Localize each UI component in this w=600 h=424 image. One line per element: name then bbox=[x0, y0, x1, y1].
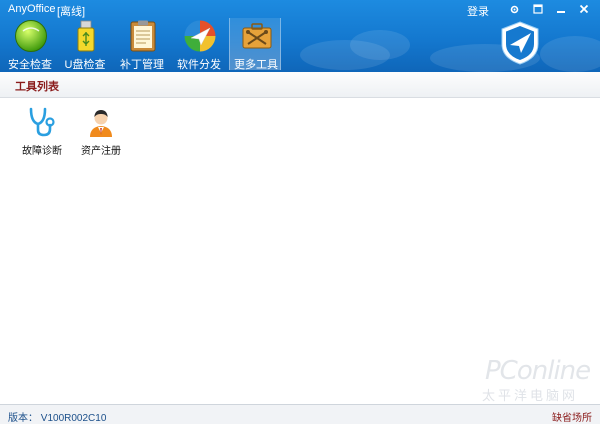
restore-icon bbox=[532, 4, 543, 14]
tools-section-header: 工具列表 bbox=[0, 72, 600, 98]
stethoscope-icon bbox=[29, 107, 55, 137]
toolbar-label: U盘检查 bbox=[64, 59, 106, 71]
toolbox-icon bbox=[242, 23, 272, 49]
version-label: 版本： V100R002C10 bbox=[8, 413, 107, 424]
toolbar-label: 软件分发 bbox=[177, 59, 221, 71]
decor-cloud bbox=[540, 36, 600, 72]
tool-asset-registration[interactable]: 资产注册 bbox=[71, 102, 131, 158]
usb-drive-icon bbox=[77, 20, 95, 52]
app-header: AnyOffice [离线] 登录 安全检查 U盘检查 补丁管理 软件分发 更多… bbox=[0, 0, 600, 72]
software-distribution-icon bbox=[184, 20, 216, 52]
title-bar: AnyOffice [离线] 登录 bbox=[0, 0, 600, 18]
tool-label: 资产注册 bbox=[81, 146, 121, 157]
decor-cloud bbox=[350, 30, 410, 60]
toolbar-usb-check[interactable]: U盘检查 bbox=[59, 18, 111, 71]
tool-label: 故障诊断 bbox=[22, 146, 62, 157]
toolbar-security-check[interactable]: 安全检查 bbox=[4, 18, 56, 71]
patch-clipboard-icon bbox=[130, 20, 156, 52]
toolbar-patch-management[interactable]: 补丁管理 bbox=[116, 18, 168, 71]
app-title: AnyOffice bbox=[8, 3, 56, 15]
location-label[interactable]: 缺省场所 bbox=[552, 409, 592, 424]
status-bar: 版本： V100R002C10 缺省场所 bbox=[0, 404, 600, 424]
watermark-subtitle: 太平洋电脑网 bbox=[482, 388, 579, 403]
menu-button[interactable] bbox=[503, 0, 526, 18]
minimize-button[interactable] bbox=[549, 0, 572, 18]
offline-status: [离线] bbox=[57, 6, 86, 18]
minimize-icon bbox=[556, 11, 565, 13]
close-button[interactable] bbox=[572, 0, 595, 18]
toolbar-label: 补丁管理 bbox=[120, 59, 164, 71]
watermark-logo: PConline bbox=[485, 356, 591, 386]
toolbar-label: 更多工具 bbox=[234, 59, 278, 71]
toolbar-more-tools[interactable]: 更多工具 bbox=[229, 18, 281, 71]
gear-icon bbox=[510, 5, 519, 13]
user-register-icon bbox=[90, 110, 112, 137]
close-icon bbox=[579, 4, 588, 14]
tool-fault-diagnosis[interactable]: 故障诊断 bbox=[12, 102, 72, 158]
section-title: 工具列表 bbox=[15, 81, 59, 93]
toolbar-software-distribution[interactable]: 软件分发 bbox=[173, 18, 225, 71]
login-link[interactable]: 登录 bbox=[467, 3, 489, 19]
security-check-icon bbox=[15, 20, 47, 52]
restore-button[interactable] bbox=[526, 0, 549, 18]
brand-shield-logo bbox=[501, 21, 539, 65]
